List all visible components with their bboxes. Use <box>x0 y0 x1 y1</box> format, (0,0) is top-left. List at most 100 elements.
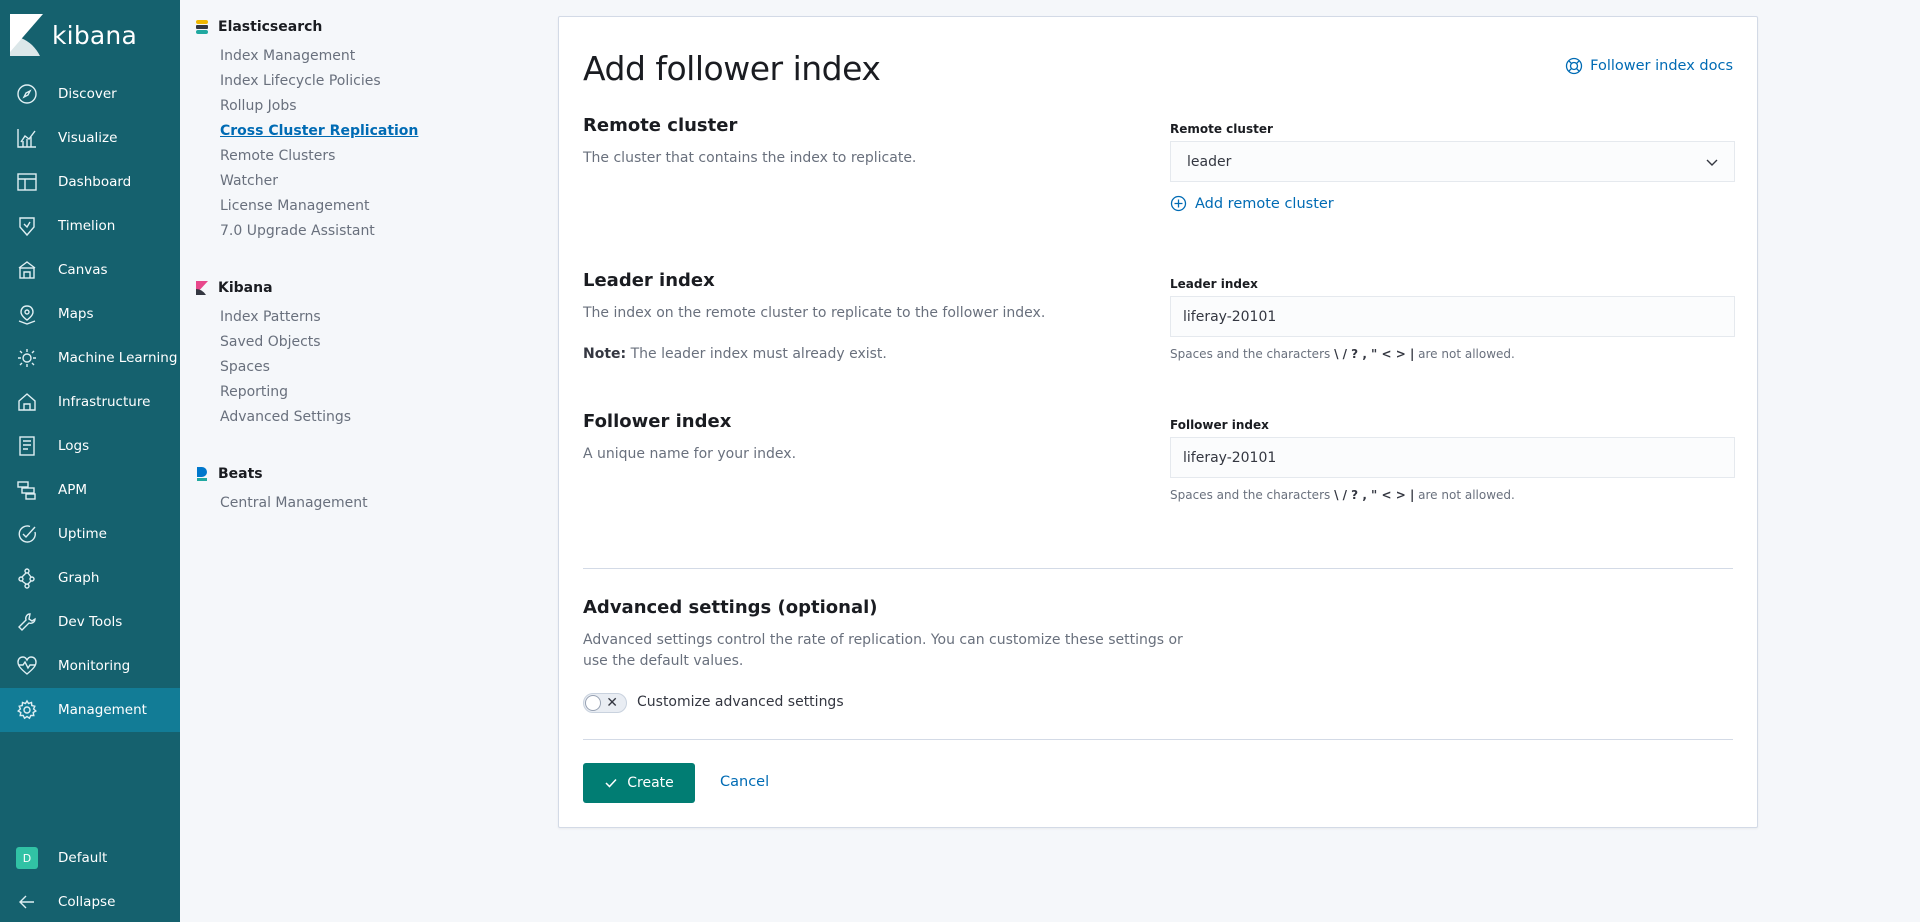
link-reporting[interactable]: Reporting <box>220 384 288 400</box>
advanced-settings-description-2: use the default values. <box>583 653 744 669</box>
section-beats: Beats <box>196 464 263 484</box>
link-advanced-settings[interactable]: Advanced Settings <box>220 409 351 425</box>
section-header: Kibana <box>196 278 273 298</box>
compass-icon <box>16 83 38 105</box>
nav-item-monitoring[interactable]: Monitoring <box>0 644 180 688</box>
follower-index-value: liferay-20101 <box>1183 449 1277 466</box>
nav-label: Logs <box>58 438 90 454</box>
link-index-management[interactable]: Index Management <box>220 48 355 64</box>
nav-item-graph[interactable]: Graph <box>0 556 180 600</box>
nav-item-canvas[interactable]: Canvas <box>0 248 180 292</box>
remote-cluster-title: Remote cluster <box>583 115 738 136</box>
add-remote-cluster-link[interactable]: Add remote cluster <box>1170 195 1334 212</box>
help-lifebuoy-icon <box>1565 57 1583 75</box>
help-prefix: Spaces and the characters <box>1170 347 1335 361</box>
leader-index-note: Note: The leader index must already exis… <box>583 346 887 362</box>
link-license-management[interactable]: License Management <box>220 198 369 214</box>
space-selector[interactable]: D Default <box>0 836 180 880</box>
app-name: kibana <box>52 20 137 50</box>
link-spaces[interactable]: Spaces <box>220 359 270 375</box>
link-saved-objects[interactable]: Saved Objects <box>220 334 321 350</box>
leader-index-input[interactable]: liferay-20101 <box>1170 296 1735 337</box>
leader-index-description: The index on the remote cluster to repli… <box>583 305 1046 321</box>
add-remote-cluster-label: Add remote cluster <box>1195 195 1334 212</box>
help-chars: \ / ? , " < > | <box>1334 488 1415 502</box>
collapse-nav-button[interactable]: Collapse <box>0 880 180 922</box>
section-header: Beats <box>196 464 263 484</box>
check-icon <box>605 778 617 788</box>
customize-advanced-settings-switch[interactable]: ✕ <box>583 693 627 713</box>
uptime-icon <box>16 523 38 545</box>
section-title: Kibana <box>218 280 273 296</box>
nav-item-infrastructure[interactable]: Infrastructure <box>0 380 180 424</box>
cross-icon: ✕ <box>606 695 618 711</box>
timelion-icon <box>16 215 38 237</box>
leader-index-title: Leader index <box>583 270 715 291</box>
help-suffix: are not allowed. <box>1414 488 1515 502</box>
create-button[interactable]: Create <box>583 763 695 803</box>
follower-index-form-panel: Add follower index Follower index docs R… <box>558 16 1758 828</box>
help-suffix: are not allowed. <box>1414 347 1515 361</box>
nav-label: APM <box>58 482 88 498</box>
link-upgrade-assistant[interactable]: 7.0 Upgrade Assistant <box>220 223 375 239</box>
kibana-logo[interactable]: kibana <box>0 0 180 70</box>
nav-label: Graph <box>58 570 100 586</box>
nav-item-dev-tools[interactable]: Dev Tools <box>0 600 180 644</box>
chevron-down-icon <box>1706 159 1718 166</box>
link-cross-cluster-replication[interactable]: Cross Cluster Replication <box>220 123 418 139</box>
follower-index-description: A unique name for your index. <box>583 446 797 462</box>
infrastructure-icon <box>16 391 38 413</box>
nav-label: Dashboard <box>58 174 132 190</box>
nav-item-uptime[interactable]: Uptime <box>0 512 180 556</box>
nav-label: Visualize <box>58 130 118 146</box>
help-prefix: Spaces and the characters <box>1170 488 1335 502</box>
advanced-settings-description-1: Advanced settings control the rate of re… <box>583 632 1183 648</box>
machine-learning-icon <box>16 347 38 369</box>
nav-item-management[interactable]: Management <box>0 688 180 732</box>
nav-label: Infrastructure <box>58 394 151 410</box>
space-label: Default <box>58 850 108 866</box>
remote-cluster-value: leader <box>1187 153 1232 170</box>
space-avatar: D <box>16 847 38 869</box>
link-remote-clusters[interactable]: Remote Clusters <box>220 148 335 164</box>
section-title: Beats <box>218 466 263 482</box>
link-index-patterns[interactable]: Index Patterns <box>220 309 321 325</box>
apm-icon <box>16 479 38 501</box>
maps-icon <box>16 303 38 325</box>
visualize-icon <box>16 127 38 149</box>
gear-icon <box>16 699 38 721</box>
section-divider <box>583 568 1733 569</box>
follower-index-docs-link[interactable]: Follower index docs <box>1565 57 1733 75</box>
nav-label: Timelion <box>58 218 116 234</box>
nav-item-visualize[interactable]: Visualize <box>0 116 180 160</box>
nav-label: Dev Tools <box>58 614 123 630</box>
link-watcher[interactable]: Watcher <box>220 173 278 189</box>
nav-label: Maps <box>58 306 94 322</box>
nav-item-apm[interactable]: APM <box>0 468 180 512</box>
kibana-logo-icon <box>10 14 43 56</box>
follower-index-help: Spaces and the characters \ / ? , " < > … <box>1170 488 1515 502</box>
nav-item-dashboard[interactable]: Dashboard <box>0 160 180 204</box>
graph-icon <box>16 567 38 589</box>
remote-cluster-select[interactable]: leader <box>1170 141 1735 182</box>
switch-knob <box>585 695 601 711</box>
leader-index-label: Leader index <box>1170 277 1258 291</box>
cancel-button[interactable]: Cancel <box>720 774 769 790</box>
link-central-management[interactable]: Central Management <box>220 495 368 511</box>
customize-advanced-settings-label[interactable]: Customize advanced settings <box>637 694 844 710</box>
follower-index-input[interactable]: liferay-20101 <box>1170 437 1735 478</box>
nav-label: Machine Learning <box>58 350 178 366</box>
nav-item-machine-learning[interactable]: Machine Learning <box>0 336 180 380</box>
nav-item-maps[interactable]: Maps <box>0 292 180 336</box>
section-elasticsearch: Elasticsearch <box>196 17 322 37</box>
link-rollup-jobs[interactable]: Rollup Jobs <box>220 98 297 114</box>
docs-link-label: Follower index docs <box>1590 58 1733 74</box>
logs-icon <box>16 435 38 457</box>
link-index-lifecycle-policies[interactable]: Index Lifecycle Policies <box>220 73 381 89</box>
left-navigation: kibana Discover Visualize Dashboard Time… <box>0 0 180 922</box>
nav-item-discover[interactable]: Discover <box>0 72 180 116</box>
dev-tools-icon <box>16 611 38 633</box>
nav-item-timelion[interactable]: Timelion <box>0 204 180 248</box>
nav-item-logs[interactable]: Logs <box>0 424 180 468</box>
leader-index-value: liferay-20101 <box>1183 308 1277 325</box>
